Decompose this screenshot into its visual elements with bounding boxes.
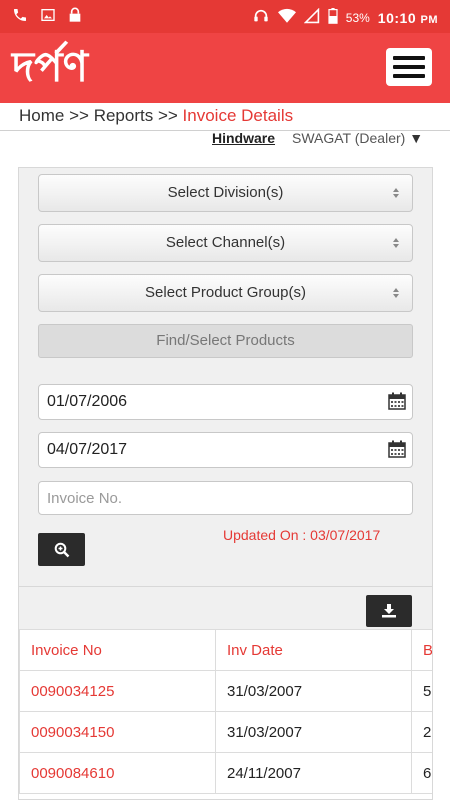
battery-percent: 53% [345, 10, 370, 25]
from-date-field[interactable]: 01/07/2006 [38, 384, 413, 420]
select-arrows-icon [393, 238, 399, 248]
channel-select-label: Select Channel(s) [165, 234, 286, 251]
hamburger-icon [393, 56, 425, 60]
dealer-selected-label: SWAGAT (Dealer) [292, 130, 406, 146]
lock-icon [68, 7, 82, 26]
headset-icon [252, 8, 270, 27]
invoice-number-input[interactable] [38, 481, 413, 515]
invoice-date-cell: 31/03/2007 [215, 711, 412, 753]
channel-select[interactable]: Select Channel(s) [38, 224, 413, 262]
select-arrows-icon [393, 288, 399, 298]
status-bar-notifications [12, 7, 82, 26]
breadcrumb-reports[interactable]: Reports [94, 106, 154, 125]
table-toolbar [19, 587, 432, 629]
column-header-inv-date[interactable]: Inv Date [215, 629, 412, 671]
search-button[interactable] [38, 533, 85, 566]
find-products-button[interactable]: Find/Select Products [38, 324, 413, 358]
app-logo: দর্পণ [12, 42, 88, 91]
breadcrumb: Home >> Reports >> Invoice Details [19, 106, 293, 126]
invoice-number-cell[interactable]: 0090034150 [19, 711, 216, 753]
filter-panel: Select Division(s) Select Channel(s) Sel… [18, 167, 433, 587]
dropdown-arrow-icon: ▼ [409, 130, 424, 146]
dealer-dropdown[interactable]: SWAGAT (Dealer) ▼ [292, 130, 423, 146]
hamburger-icon-line [393, 65, 425, 69]
bill-cell: 506 [411, 670, 432, 712]
clock: 10:10 PM [377, 9, 438, 26]
breadcrumb-home[interactable]: Home [19, 106, 64, 125]
phone-icon [12, 7, 28, 26]
product-group-select-label: Select Product Group(s) [145, 284, 306, 301]
invoice-table: Invoice No Inv Date Bill 0090034125 31/0… [19, 629, 432, 794]
calendar-icon[interactable] [388, 440, 406, 458]
image-icon [40, 7, 56, 26]
breadcrumb-separator: >> [69, 106, 89, 125]
wifi-icon [277, 8, 296, 27]
select-arrows-icon [393, 188, 399, 198]
app-header: দর্পণ [0, 33, 450, 103]
column-header-bill[interactable]: Bill [411, 629, 432, 671]
to-date-value: 04/07/2017 [47, 441, 128, 458]
menu-button[interactable] [386, 48, 432, 86]
division-select-label: Select Division(s) [167, 184, 284, 201]
download-button[interactable] [366, 595, 412, 627]
breadcrumb-bar: Home >> Reports >> Invoice Details [0, 103, 450, 131]
division-select[interactable]: Select Division(s) [38, 174, 413, 212]
table-header-row: Invoice No Inv Date Bill [19, 629, 432, 671]
invoice-date-cell: 31/03/2007 [215, 670, 412, 712]
from-date-value: 01/07/2006 [47, 393, 128, 410]
bill-cell: 666 [411, 752, 432, 794]
invoice-number-cell[interactable]: 0090034125 [19, 670, 216, 712]
updated-on-text: Updated On : 03/07/2017 [223, 527, 381, 543]
zoom-search-icon [54, 542, 69, 557]
product-group-select[interactable]: Select Product Group(s) [38, 274, 413, 312]
hamburger-icon-line [393, 74, 425, 78]
breadcrumb-current: Invoice Details [182, 106, 294, 125]
invoice-date-cell: 24/11/2007 [215, 752, 412, 794]
battery-icon [328, 8, 338, 27]
status-bar: 53% 10:10 PM [0, 0, 450, 33]
table-row[interactable]: 0090084610 24/11/2007 666 [19, 752, 432, 794]
invoice-number-cell[interactable]: 0090084610 [19, 752, 216, 794]
signal-icon [303, 7, 320, 27]
company-link[interactable]: Hindware [212, 130, 275, 146]
column-header-invoice-no[interactable]: Invoice No [19, 629, 216, 671]
to-date-field[interactable]: 04/07/2017 [38, 432, 413, 468]
table-row[interactable]: 0090034125 31/03/2007 506 [19, 670, 432, 712]
table-row[interactable]: 0090034150 31/03/2007 286 [19, 711, 432, 753]
download-icon [382, 604, 396, 618]
breadcrumb-separator: >> [157, 106, 178, 125]
status-bar-system: 53% 10:10 PM [252, 7, 438, 27]
invoice-table-section: Invoice No Inv Date Bill 0090034125 31/0… [18, 587, 433, 800]
calendar-icon[interactable] [388, 392, 406, 410]
dealer-selector-row: Hindware SWAGAT (Dealer) ▼ [0, 130, 450, 148]
bill-cell: 286 [411, 711, 432, 753]
